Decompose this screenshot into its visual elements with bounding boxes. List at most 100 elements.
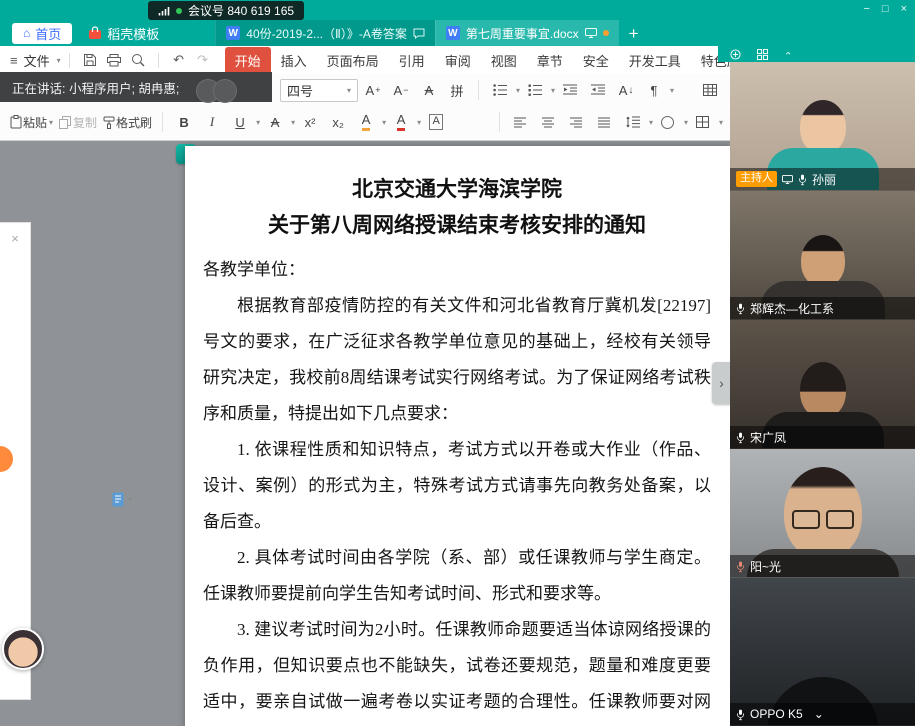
wps-doc-icon: W (446, 26, 460, 40)
chevron-down-icon: ▾ (291, 118, 295, 127)
glasses (792, 510, 854, 529)
strikethrough-button[interactable]: A (262, 110, 288, 134)
increase-font-icon[interactable]: A+ (360, 78, 386, 102)
font-color-button[interactable]: A (388, 110, 414, 134)
superscript-button[interactable]: x² (297, 110, 323, 134)
circle-plus-icon[interactable] (730, 49, 741, 60)
redo-button[interactable]: ↷ (191, 50, 215, 70)
avatar[interactable] (2, 628, 44, 670)
ribbon-tab-review[interactable]: 审阅 (435, 47, 481, 74)
chevron-down-icon: ▾ (382, 118, 386, 127)
maximize-icon[interactable]: □ (882, 3, 889, 15)
shading-icon[interactable] (655, 110, 681, 134)
document-page[interactable]: 北京交通大学海滨学院 关于第八周网络授课结束考核安排的通知 各教学单位： 根据教… (185, 146, 731, 726)
tab-home-label: 首页 (35, 24, 61, 43)
decrease-indent-icon[interactable] (557, 78, 583, 102)
participant-name: 郑辉杰—化工系 (750, 300, 834, 317)
paragraph-mark-icon[interactable]: ¶ (641, 78, 667, 102)
ribbon-tab-view[interactable]: 视图 (481, 47, 527, 74)
align-justify-icon[interactable] (592, 110, 618, 134)
chevron-down-icon[interactable]: ⌄ (814, 707, 824, 721)
clear-format-icon[interactable]: A (416, 78, 442, 102)
file-menu-label: 文件 (24, 51, 50, 70)
bullet-list-icon[interactable] (487, 78, 513, 102)
subscript-button[interactable]: x₂ (325, 110, 351, 134)
italic-button[interactable]: I (199, 110, 225, 134)
tab-home[interactable]: ⌂ 首页 (12, 23, 72, 44)
tab-docer[interactable]: 稻壳模板 (88, 24, 159, 43)
numbered-list-icon[interactable] (522, 78, 548, 102)
document-tab-1-title: 40份-2019-2...（Ⅱ）》-A卷答案 (246, 25, 407, 42)
sort-icon[interactable]: A↓ (613, 78, 639, 102)
screen-monitor-icon (585, 28, 597, 38)
file-menu[interactable]: ≡ 文件 ▾ (10, 51, 61, 70)
ribbon-tab-security[interactable]: 安全 (573, 47, 619, 74)
participant-video-yangguang[interactable]: 阳~光 (730, 449, 915, 578)
decrease-font-icon[interactable]: A− (388, 78, 414, 102)
document-tab-2-title: 第七周重要事宜.docx (466, 25, 579, 42)
line-spacing-icon[interactable] (620, 110, 646, 134)
document-tab-1[interactable]: W 40份-2019-2...（Ⅱ）》-A卷答案 (215, 20, 435, 46)
ribbon-tab-page-layout[interactable]: 页面布局 (317, 47, 389, 74)
copy-button[interactable]: 复制 (57, 110, 99, 134)
align-left-icon[interactable] (508, 110, 534, 134)
close-icon[interactable]: × (0, 231, 30, 246)
close-icon[interactable]: × (901, 3, 907, 15)
participant-video-songguangfeng[interactable]: 宋广凤 (730, 320, 915, 449)
ribbon-tab-section[interactable]: 章节 (527, 47, 573, 74)
format-painter-button[interactable]: 格式刷 (101, 110, 154, 134)
table-grid-icon[interactable] (697, 78, 723, 102)
ribbon-tab-references[interactable]: 引用 (389, 47, 435, 74)
bold-button[interactable]: B (171, 110, 197, 134)
align-right-icon[interactable] (564, 110, 590, 134)
increase-indent-icon[interactable] (585, 78, 611, 102)
comment-bubble-icon (413, 28, 425, 39)
document-title-line1: 北京交通大学海滨学院 (203, 172, 711, 208)
paste-button[interactable]: 粘贴 ▾ (8, 110, 55, 134)
hamburger-icon: ≡ (10, 53, 18, 68)
undo-button[interactable]: ↶ (167, 50, 191, 70)
char-border-button[interactable]: A (423, 110, 449, 134)
tab-bar: ⌂ 首页 稻壳模板 W 40份-2019-2...（Ⅱ）》-A卷答案 W 第七周… (0, 20, 915, 46)
grid-layout-icon[interactable] (757, 49, 768, 60)
save-button[interactable] (78, 50, 102, 70)
document-tab-2[interactable]: W 第七周重要事宜.docx (435, 20, 619, 46)
ribbon-tab-insert[interactable]: 插入 (271, 47, 317, 74)
online-dot-icon (176, 8, 182, 14)
new-tab-button[interactable]: + (629, 25, 639, 42)
meeting-id-bar[interactable]: 会议号 840 619 165 (148, 1, 304, 20)
pinyin-guide-icon[interactable]: 拼 (444, 78, 470, 102)
participant-video-zhenghuijie[interactable]: 郑辉杰—化工系 (730, 191, 915, 320)
participant-video-sunli[interactable]: 主持人 孙丽 (730, 62, 915, 191)
window-controls: − □ × (863, 3, 907, 15)
highlight-color-button[interactable]: A (353, 110, 379, 134)
speaking-toast-text: 正在讲话: 小程序用户; 胡冉惠; (12, 78, 179, 97)
tab-docer-label: 稻壳模板 (107, 24, 159, 43)
format-painter-label: 格式刷 (116, 114, 152, 131)
meeting-video-panel: 主持人 孙丽 郑辉杰—化工系 (730, 62, 915, 726)
print-button[interactable] (102, 50, 126, 70)
align-center-icon[interactable] (536, 110, 562, 134)
chevron-down-icon: ▾ (516, 86, 520, 95)
ribbon-tab-home[interactable]: 开始 (225, 47, 271, 74)
underline-button[interactable]: U (227, 110, 253, 134)
font-size-combo[interactable]: 四号 ▾ (280, 79, 358, 102)
chevron-up-icon[interactable]: ⌄ (784, 49, 792, 60)
participant-label-bar: 阳~光 (730, 555, 915, 577)
ribbon-tab-dev-tools[interactable]: 开发工具 (619, 47, 691, 74)
paste-label: 粘贴 (23, 114, 47, 131)
participant-video-oppok5[interactable]: OPPO K5 ⌄ (730, 578, 915, 726)
borders-icon[interactable] (690, 110, 716, 134)
signal-icon (158, 6, 170, 16)
expand-panel-handle[interactable]: › (712, 362, 731, 404)
divider (158, 53, 159, 68)
chevron-down-icon: ▾ (684, 118, 688, 127)
minimize-icon[interactable]: − (863, 3, 869, 15)
navigation-pane-chip[interactable]: ▾ (112, 492, 132, 507)
document-paragraph: 1. 依课程性质和知识特点，考试方式以开卷或大作业（作品、设计、案例）的形式为主… (203, 432, 711, 540)
participant-label-bar: OPPO K5 ⌄ (730, 703, 915, 725)
font-size-value: 四号 (287, 81, 313, 100)
mic-icon (736, 560, 745, 573)
chevron-down-icon: ▾ (128, 495, 132, 504)
print-preview-button[interactable] (126, 50, 150, 70)
